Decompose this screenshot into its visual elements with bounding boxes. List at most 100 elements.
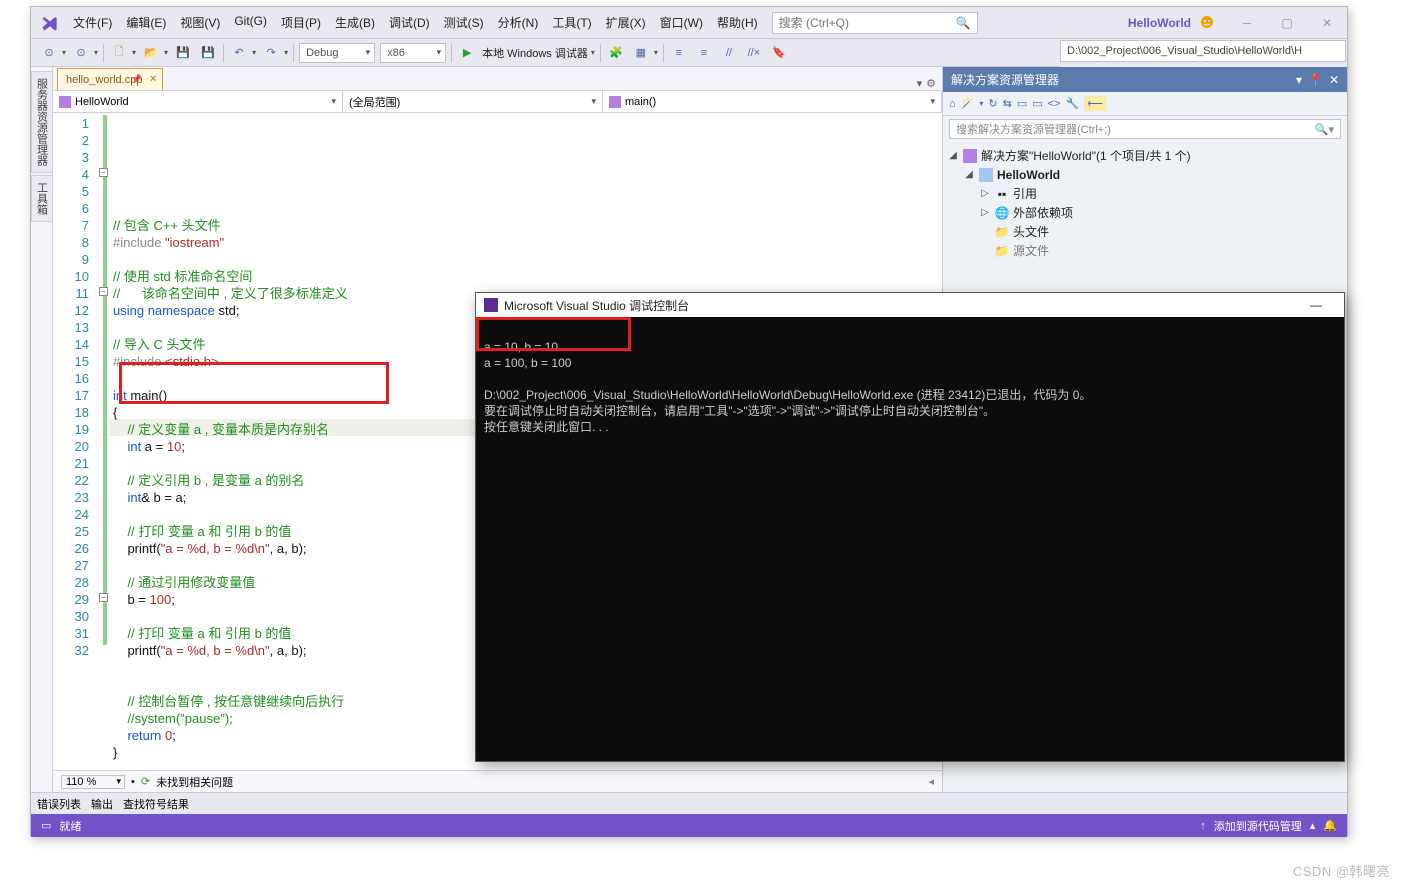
uncomment-icon[interactable]: //×: [744, 43, 764, 63]
sol-view-icon[interactable]: ⟵: [1084, 96, 1106, 111]
pin-icon[interactable]: 📌: [131, 74, 142, 85]
zoom-combo[interactable]: 110 %: [61, 775, 125, 789]
menu-extensions[interactable]: 扩展(X): [600, 9, 652, 36]
menu-help[interactable]: 帮助(H): [711, 9, 764, 36]
save-icon[interactable]: 💾: [173, 43, 193, 63]
tree-references[interactable]: ▷ ▪▪ 引用: [947, 184, 1343, 203]
collapse-icon[interactable]: ◢: [963, 169, 975, 180]
sol-search-clear-icon[interactable]: 🔍▾: [1315, 123, 1334, 136]
maximize-button[interactable]: ▢: [1267, 7, 1307, 38]
menu-file[interactable]: 文件(F): [67, 9, 118, 36]
solution-toolbar: ⌂ 🪄▾ ↻ ⇆ ▭ ▭ <> 🔧 ⟵: [943, 92, 1347, 116]
indent-left-icon[interactable]: ≡: [669, 43, 689, 63]
bookmark-icon[interactable]: 🔖: [769, 43, 789, 63]
forward-icon[interactable]: ⊙: [71, 43, 91, 63]
feedback-icon[interactable]: [1199, 14, 1217, 32]
sol-properties-icon[interactable]: 🔧: [1065, 97, 1079, 110]
issue-indicator-icon[interactable]: ⟳: [141, 775, 150, 788]
console-titlebar[interactable]: Microsoft Visual Studio 调试控制台 —: [476, 293, 1344, 317]
indent-right-icon[interactable]: ≡: [694, 43, 714, 63]
save-all-icon[interactable]: 💾: [198, 43, 218, 63]
issue-text: 未找到相关问题: [156, 774, 233, 790]
collapse-icon[interactable]: ◢: [947, 150, 959, 161]
menu-tools[interactable]: 工具(T): [546, 9, 597, 36]
close-button[interactable]: ✕: [1307, 7, 1347, 38]
minimize-button[interactable]: ─: [1227, 7, 1267, 38]
back-icon[interactable]: ⊙: [39, 43, 59, 63]
console-line: D:\002_Project\006_Visual_Studio\HelloWo…: [484, 388, 1091, 402]
sidetab-toolbox[interactable]: 工具箱: [31, 175, 53, 222]
console-minimize-button[interactable]: —: [1296, 298, 1336, 312]
menu-git[interactable]: Git(G): [228, 9, 273, 36]
sidetab-server-explorer[interactable]: 服务器资源管理器: [31, 71, 53, 173]
comment-icon[interactable]: //: [719, 43, 739, 63]
tree-headers[interactable]: 📁 头文件: [947, 222, 1343, 241]
menu-build[interactable]: 生成(B): [329, 9, 381, 36]
config-combo[interactable]: Debug: [299, 43, 375, 63]
play-icon[interactable]: ▶: [457, 43, 477, 63]
panel-title-label: 解决方案资源管理器: [951, 71, 1059, 88]
sol-collapse-icon[interactable]: ▭: [1017, 97, 1027, 110]
tree-external-deps[interactable]: ▷ 🌐 外部依赖项: [947, 203, 1343, 222]
menu-window[interactable]: 窗口(W): [654, 9, 709, 36]
nav-member-label: main(): [625, 96, 656, 108]
menu-edit[interactable]: 编辑(E): [120, 9, 172, 36]
sol-tool-icon[interactable]: 🪄: [961, 97, 975, 110]
menu-view[interactable]: 视图(V): [174, 9, 226, 36]
panel-dropdown-icon[interactable]: ▾: [1296, 73, 1302, 87]
nav-project[interactable]: HelloWorld: [53, 91, 343, 112]
path-bar[interactable]: D:\002_Project\006_Visual_Studio\HelloWo…: [1060, 40, 1346, 62]
notification-icon[interactable]: 🔔: [1323, 819, 1337, 832]
new-project-icon[interactable]: 🗋: [109, 43, 129, 63]
fold-margin[interactable]: [95, 113, 109, 770]
nav-scope[interactable]: (全局范围): [343, 91, 603, 112]
expand-icon[interactable]: ▷: [979, 207, 991, 218]
quick-search[interactable]: 🔍: [772, 12, 978, 34]
tree-project[interactable]: ◢ HelloWorld: [947, 165, 1343, 184]
undo-icon[interactable]: ↶: [229, 43, 249, 63]
dropdown-icon[interactable]: ▾: [917, 77, 923, 90]
scm-up-icon[interactable]: ↑: [1200, 820, 1206, 832]
arrow-left-icon[interactable]: ◂: [928, 775, 934, 788]
search-icon: 🔍: [956, 16, 971, 30]
sol-showall-icon[interactable]: ▭: [1032, 97, 1042, 110]
sol-sync-icon[interactable]: ⇆: [1003, 97, 1012, 110]
menu-project[interactable]: 项目(P): [275, 9, 327, 36]
console-line: a = 100, b = 100: [484, 356, 571, 370]
tool-icon-1[interactable]: 🧩: [606, 43, 626, 63]
sol-code-icon[interactable]: <>: [1048, 98, 1061, 110]
expand-icon[interactable]: ▷: [979, 188, 991, 199]
tree-sources[interactable]: 📁 源文件: [947, 241, 1343, 260]
code-line: // 导入 C 头文件: [113, 337, 205, 352]
gear-icon[interactable]: ⚙: [926, 77, 936, 90]
close-tab-icon[interactable]: ✕: [149, 74, 157, 85]
tab-output[interactable]: 输出: [91, 796, 113, 812]
panel-pin-icon[interactable]: 📍: [1308, 73, 1323, 87]
tree-solution-root[interactable]: ◢ 解决方案"HelloWorld"(1 个项目/共 1 个): [947, 146, 1343, 165]
sol-refresh-icon[interactable]: ↻: [988, 97, 997, 110]
tree-label: 头文件: [1013, 223, 1049, 240]
menu-analyze[interactable]: 分析(N): [492, 9, 545, 36]
panel-close-icon[interactable]: ✕: [1329, 73, 1339, 87]
platform-combo[interactable]: x86: [380, 43, 446, 63]
solution-search[interactable]: 搜索解决方案资源管理器(Ctrl+;) 🔍▾: [949, 119, 1341, 139]
status-bar: ▭ 就绪 ↑ 添加到源代码管理 ▴ 🔔: [31, 814, 1347, 837]
code-line: // 该命名空间中 , 定义了很多标准定义: [113, 286, 348, 301]
redo-icon[interactable]: ↷: [261, 43, 281, 63]
tab-find-symbol[interactable]: 查找符号结果: [123, 796, 189, 812]
open-icon[interactable]: 📂: [141, 43, 161, 63]
debug-console-window: Microsoft Visual Studio 调试控制台 — a = 10, …: [475, 292, 1345, 762]
menu-debug[interactable]: 调试(D): [383, 9, 436, 36]
search-input[interactable]: [779, 16, 956, 30]
tool-icon-2[interactable]: ▦: [631, 43, 651, 63]
console-title: Microsoft Visual Studio 调试控制台: [504, 297, 689, 314]
run-button[interactable]: 本地 Windows 调试器: [482, 45, 588, 61]
solution-search-placeholder: 搜索解决方案资源管理器(Ctrl+;): [956, 121, 1111, 137]
menu-test[interactable]: 测试(S): [438, 9, 490, 36]
file-tab-active[interactable]: hello_world.cpp 📌 ✕: [57, 68, 163, 90]
tab-error-list[interactable]: 错误列表: [37, 796, 81, 812]
nav-member[interactable]: main(): [603, 91, 942, 112]
status-scm[interactable]: 添加到源代码管理: [1214, 818, 1302, 834]
home-icon[interactable]: ⌂: [949, 98, 956, 110]
line-numbers: 1234567891011121314151617181920212223242…: [53, 113, 95, 770]
